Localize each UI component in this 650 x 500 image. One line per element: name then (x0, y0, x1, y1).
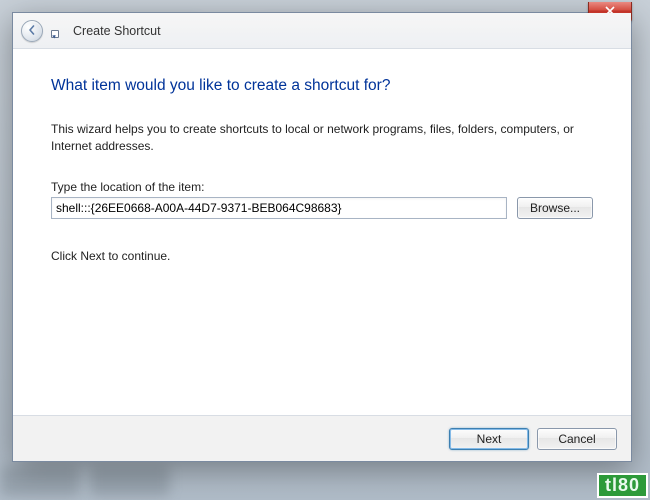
location-label: Type the location of the item: (51, 180, 593, 194)
watermark: tl80 (597, 473, 648, 498)
arrow-left-icon (27, 24, 37, 38)
back-button[interactable] (21, 20, 43, 42)
cancel-button[interactable]: Cancel (537, 428, 617, 450)
wizard-content: What item would you like to create a sho… (13, 49, 631, 263)
next-button[interactable]: Next (449, 428, 529, 450)
window-title: Create Shortcut (73, 24, 161, 38)
titlebar: Create Shortcut (13, 13, 631, 49)
wizard-description: This wizard helps you to create shortcut… (51, 121, 593, 156)
create-shortcut-dialog: Create Shortcut What item would you like… (12, 12, 632, 462)
browse-button[interactable]: Browse... (517, 197, 593, 219)
wizard-heading: What item would you like to create a sho… (51, 77, 593, 95)
continue-hint: Click Next to continue. (51, 249, 593, 263)
location-input[interactable] (51, 197, 507, 219)
shortcut-icon (51, 24, 65, 38)
dialog-footer: Next Cancel (13, 415, 631, 461)
location-row: Browse... (51, 197, 593, 219)
background-blur (0, 466, 80, 496)
background-blur (90, 466, 170, 496)
